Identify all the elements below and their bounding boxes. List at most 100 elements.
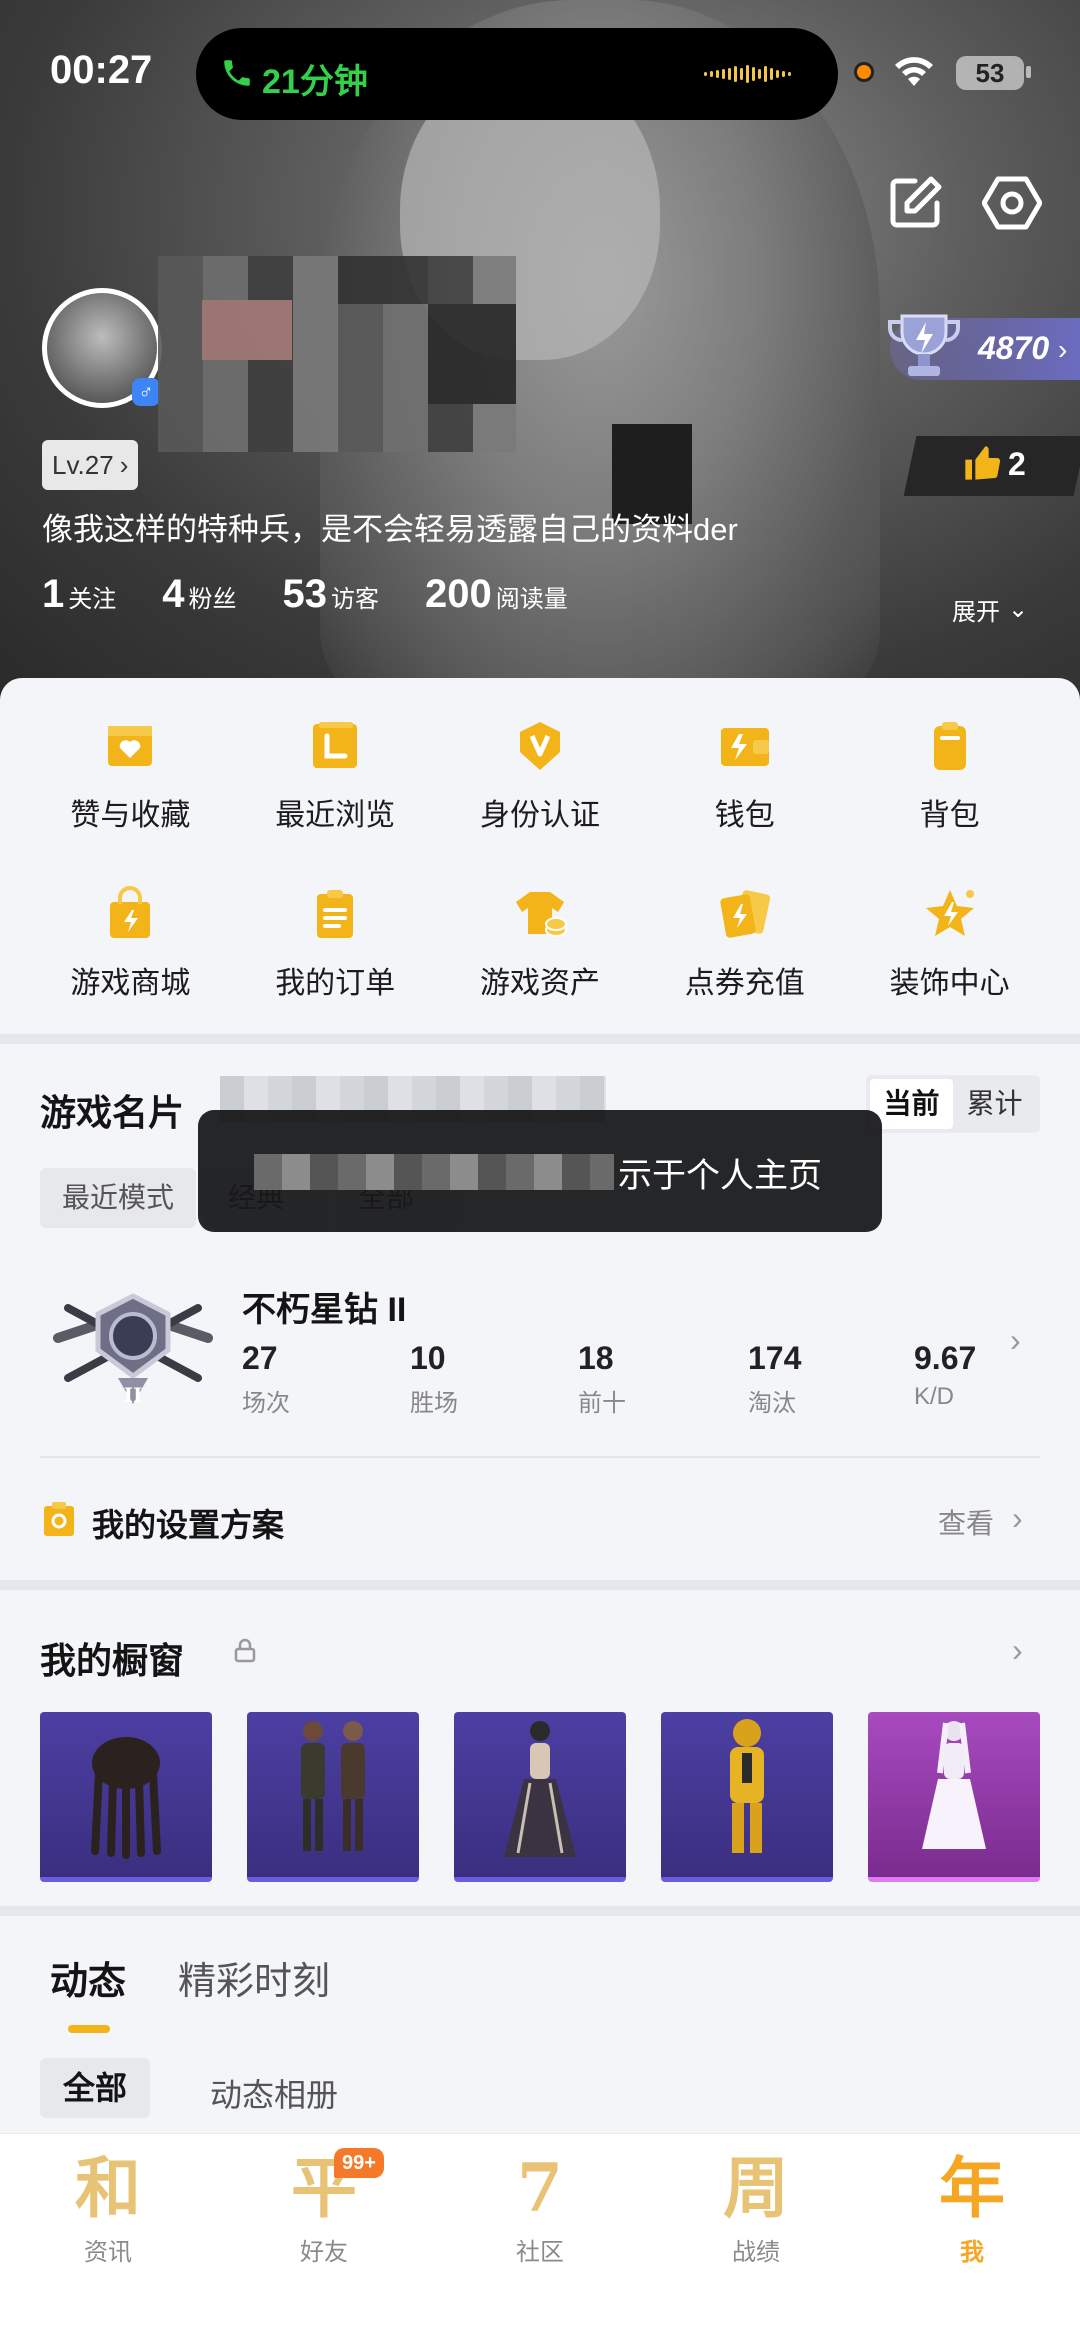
stat-value: 4 xyxy=(162,572,185,616)
rank-stat-label: 场次 xyxy=(242,1390,290,1417)
expand-label: 展开 xyxy=(952,599,1000,626)
trophy-score: 4870 xyxy=(978,330,1050,366)
notification-badge: 99+ xyxy=(334,2148,384,2178)
stat-following[interactable]: 1 关注 xyxy=(42,572,116,617)
shortcut-my-orders[interactable]: 我的订单 xyxy=(235,886,435,1002)
feed-filter-album[interactable]: 动态相册 xyxy=(210,2070,338,2116)
showcase-item-duo-outfit[interactable] xyxy=(247,1712,419,1882)
battery-icon: 53 xyxy=(956,56,1024,90)
settings-plan-icon xyxy=(42,1500,76,1538)
chevron-right-icon[interactable]: › xyxy=(1012,1500,1023,1537)
shortcut-grid: 赞与收藏 最近浏览 身份认证 钱包 背包 游戏商城 我的订单 游戏资产 点券充值… xyxy=(0,718,1080,1054)
settings-plan-label[interactable]: 我的设置方案 xyxy=(92,1500,284,1546)
section-divider xyxy=(0,1034,1080,1044)
segment-current[interactable]: 当前 xyxy=(870,1079,953,1129)
shortcut-label: 装饰中心 xyxy=(889,967,1010,1000)
shortcut-coupon-topup[interactable]: 点券充值 xyxy=(645,886,845,1002)
call-island[interactable]: 21分钟 xyxy=(196,28,838,120)
rank-emblem-icon: II xyxy=(48,1278,218,1418)
level-badge[interactable]: Lv.27 › xyxy=(42,440,139,490)
rank-stat-label: 淘汰 xyxy=(748,1390,796,1417)
nav-friends[interactable]: 平 99+ 好友 xyxy=(216,2134,432,2341)
tab-highlights[interactable]: 精彩时刻 xyxy=(178,1950,330,2005)
nav-label: 社区 xyxy=(516,2239,564,2266)
rank-stat-label: K/D xyxy=(914,1383,955,1410)
card-divider xyxy=(40,1456,1040,1458)
shortcut-game-store[interactable]: 游戏商城 xyxy=(30,886,230,1002)
showcase-title: 我的橱窗 xyxy=(40,1640,185,1681)
shortcut-game-assets[interactable]: 游戏资产 xyxy=(440,886,640,1002)
rank-stat-matches: 27 场次 xyxy=(242,1340,342,1418)
section-divider xyxy=(0,1906,1080,1916)
username-redacted xyxy=(158,256,516,452)
chevron-right-icon[interactable]: › xyxy=(1010,1322,1021,1359)
status-time: 00:27 xyxy=(50,48,153,92)
shortcut-label: 我的订单 xyxy=(275,967,396,1000)
nav-news[interactable]: 和 资讯 xyxy=(0,2134,216,2341)
shortcut-label: 游戏资产 xyxy=(479,967,600,1000)
shortcut-likes-favorites[interactable]: 赞与收藏 xyxy=(30,718,230,834)
edit-profile-icon[interactable] xyxy=(885,173,945,233)
shortcut-label: 最近浏览 xyxy=(275,799,396,832)
nav-me[interactable]: 年 我 xyxy=(864,2134,1080,2341)
rank-stat-kd: 9.67 K/D xyxy=(914,1340,1014,1411)
chevron-right-icon: › xyxy=(119,450,129,480)
toast-text-redacted xyxy=(254,1154,614,1190)
status-icons: 53 xyxy=(854,52,1044,92)
nav-news-icon: 和 xyxy=(75,2149,141,2227)
shortcut-backpack[interactable]: 背包 xyxy=(850,718,1050,834)
toast-text: 示于个人主页 xyxy=(618,1157,822,1195)
feed-filter-all[interactable]: 全部 xyxy=(40,2058,150,2118)
stat-label: 粉丝 xyxy=(188,586,237,613)
showcase-item-yellow-suit[interactable] xyxy=(661,1712,833,1882)
stat-fans[interactable]: 4 粉丝 xyxy=(162,572,236,617)
profile-bio: 像我这样的特种兵，是不会轻易透露自己的资料der xyxy=(42,512,738,547)
level-text: Lv.27 xyxy=(52,450,114,480)
expand-button[interactable]: 展开 ⌄ xyxy=(952,592,1028,627)
filter-recent-mode[interactable]: 最近模式 xyxy=(40,1168,197,1228)
svg-text:II: II xyxy=(124,1383,143,1407)
wifi-icon xyxy=(894,54,934,88)
order-list-icon xyxy=(317,890,354,938)
nav-label: 资讯 xyxy=(84,2239,132,2266)
nav-label: 我 xyxy=(960,2239,984,2266)
nav-records[interactable]: 周 战绩 xyxy=(648,2134,864,2341)
shortcut-decoration-center[interactable]: 装饰中心 xyxy=(850,886,1050,1002)
stat-visitors[interactable]: 53 访客 xyxy=(283,572,380,617)
chevron-down-icon: ⌄ xyxy=(1008,596,1029,623)
nav-community[interactable]: 7 社区 xyxy=(432,2134,648,2341)
rank-stat-value: 10 xyxy=(410,1340,446,1376)
heart-folder-icon xyxy=(108,726,153,766)
nav-me-icon: 年 xyxy=(939,2149,1005,2227)
shopping-bag-icon xyxy=(110,886,151,938)
shortcut-identity-verification[interactable]: 身份认证 xyxy=(440,718,640,834)
shortcut-recent-views[interactable]: 最近浏览 xyxy=(235,718,435,834)
settings-gear-icon[interactable] xyxy=(981,173,1043,233)
showcase-item-dress-outfit[interactable] xyxy=(454,1712,626,1882)
rank-stat-wins: 10 胜场 xyxy=(410,1340,510,1418)
thumbs-up-icon xyxy=(962,443,1002,483)
tshirt-coin-icon xyxy=(515,892,567,937)
shortcut-label: 身份认证 xyxy=(479,799,600,832)
showcase-item-hat[interactable] xyxy=(40,1712,212,1882)
stat-reads[interactable]: 200 阅读量 xyxy=(425,572,568,617)
stats-range-toggle[interactable]: 当前 累计 xyxy=(866,1075,1040,1133)
history-icon xyxy=(313,722,358,768)
stat-value: 1 xyxy=(42,572,65,616)
section-divider xyxy=(0,1580,1080,1590)
tab-activity[interactable]: 动态 xyxy=(50,1950,126,2033)
audio-wave-icon xyxy=(704,64,800,84)
view-settings-link[interactable]: 查看 xyxy=(938,1502,994,1542)
rank-stat-value: 18 xyxy=(578,1340,614,1376)
nav-records-icon: 周 xyxy=(723,2149,789,2227)
nav-label: 战绩 xyxy=(732,2239,780,2266)
shortcut-wallet[interactable]: 钱包 xyxy=(645,718,845,834)
showcase-item-white-dress[interactable] xyxy=(868,1712,1040,1882)
backpack-icon xyxy=(933,722,966,770)
chevron-right-icon: › xyxy=(1058,334,1068,365)
stat-label: 关注 xyxy=(68,586,117,613)
battery-cap xyxy=(1026,66,1031,78)
chevron-right-icon[interactable]: › xyxy=(1012,1632,1023,1669)
rank-stat-label: 前十 xyxy=(578,1390,626,1417)
segment-cumulative[interactable]: 累计 xyxy=(953,1079,1036,1129)
